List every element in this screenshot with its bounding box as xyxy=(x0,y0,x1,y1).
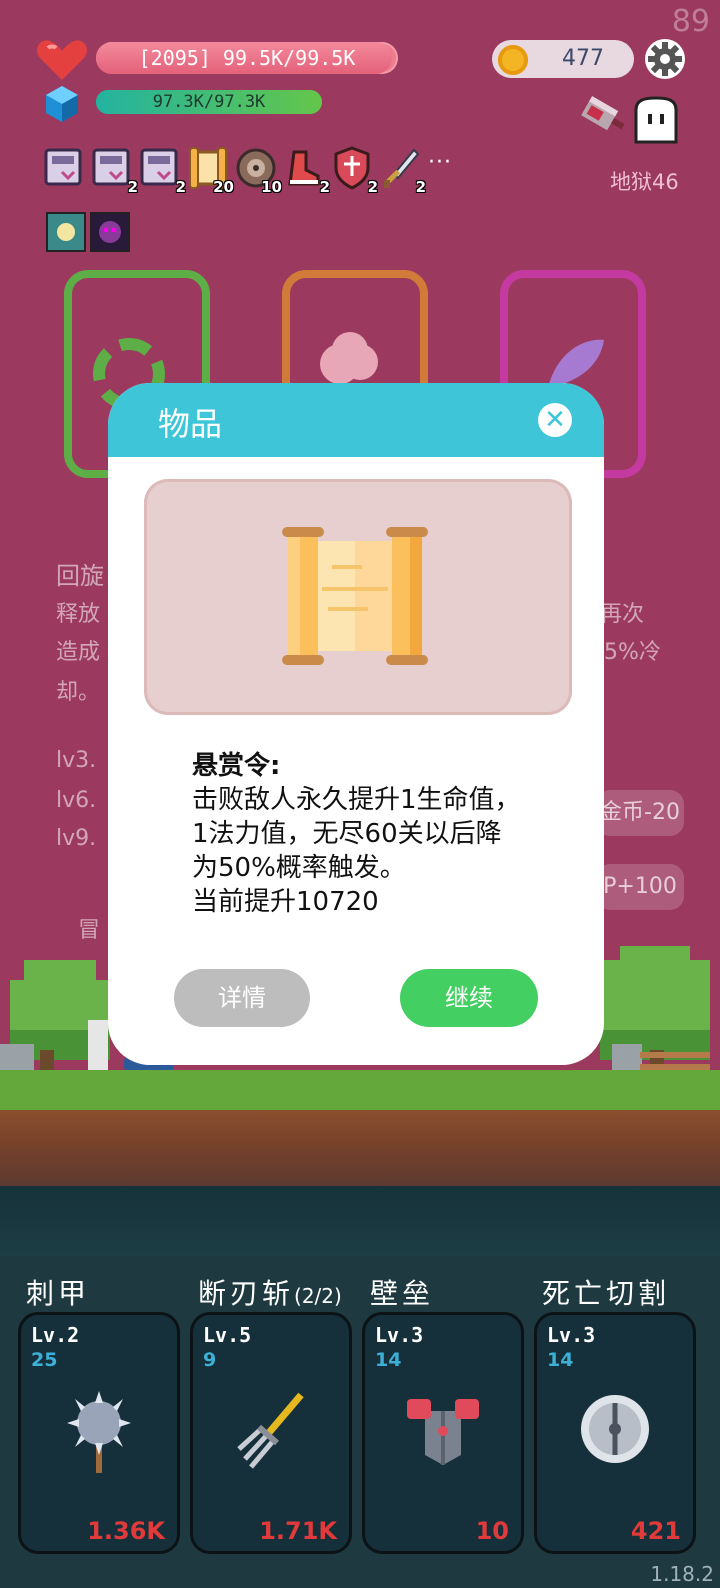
item-dialog: 物品 ✕ 悬赏令: 击败敌人永久提升1生命值，1法力值，无尽60关以后降为50%… xyxy=(108,383,604,1065)
version-label: 1.18.2 xyxy=(650,1562,714,1586)
pitchfork-icon xyxy=(237,1392,304,1469)
skill-level: Lv.5 xyxy=(203,1323,252,1347)
skill-name: 刺甲 xyxy=(26,1277,91,1310)
more-items-icon[interactable]: ··· xyxy=(428,150,452,175)
skill-level: Lv.2 xyxy=(31,1323,80,1347)
skill-card-broken-blade[interactable]: Lv.5 9 1.71K xyxy=(190,1312,352,1554)
skill-cost: 1.71K xyxy=(259,1517,337,1545)
skill-number: 9 xyxy=(203,1349,217,1371)
bg-cost-pill[interactable]: 金币-20 xyxy=(596,790,684,836)
cleaver-icon[interactable] xyxy=(572,94,624,142)
card-icon[interactable] xyxy=(44,146,84,192)
hp-text: [2095] 99.5K/99.5K xyxy=(138,46,356,70)
bg-skill-title: 回旋 xyxy=(56,562,104,590)
skill-number: 25 xyxy=(31,1349,58,1371)
bg-exp-pill[interactable]: P+100 xyxy=(596,864,684,910)
coin-icon xyxy=(498,45,528,75)
fps-counter: 89 xyxy=(671,4,710,39)
bg-level-line: lv3. xyxy=(56,748,97,773)
card-icon[interactable]: 2 xyxy=(92,146,138,196)
dirt-ground xyxy=(0,1110,720,1186)
item-current-bonus: 当前提升10720 xyxy=(192,887,379,917)
ghost-icon[interactable] xyxy=(632,96,680,146)
bg-level-line: lv6. xyxy=(56,788,97,813)
skill-name: 断刃斩(2/2) xyxy=(198,1277,342,1310)
stage-label: 地狱46 xyxy=(610,170,679,194)
card-icon[interactable]: 2 xyxy=(140,146,186,196)
skill-cost: 10 xyxy=(475,1517,509,1545)
bg-line: 再次 xyxy=(600,602,645,627)
close-icon[interactable]: ✕ xyxy=(538,403,572,437)
skill-card-thorn-armor[interactable]: Lv.2 25 1.36K xyxy=(18,1312,180,1554)
skill-cost: 421 xyxy=(630,1517,681,1545)
gear-icon[interactable] xyxy=(644,38,686,80)
skill-number: 14 xyxy=(375,1349,402,1371)
bg-line: 释放 xyxy=(56,602,101,627)
bg-line: 造成 xyxy=(56,640,101,665)
shield-icon[interactable]: 2 xyxy=(332,146,378,196)
armor-icon xyxy=(407,1399,479,1465)
sawblade-icon xyxy=(581,1395,649,1463)
heart-icon xyxy=(37,40,87,80)
spiked-mace-icon xyxy=(67,1391,131,1473)
item-name: 悬赏令: xyxy=(192,751,281,781)
scroll-icon xyxy=(282,527,428,665)
skill-level: Lv.3 xyxy=(547,1323,596,1347)
continue-button[interactable]: 继续 xyxy=(400,969,538,1027)
buff-icon[interactable] xyxy=(46,212,86,252)
skill-cost: 1.36K xyxy=(87,1517,165,1545)
water-strip xyxy=(0,1186,720,1256)
sword-icon[interactable]: 2 xyxy=(380,146,426,196)
skill-level: Lv.3 xyxy=(375,1323,424,1347)
boot-icon[interactable]: 2 xyxy=(284,146,330,196)
mana-gem-icon xyxy=(46,86,78,122)
grass-ground xyxy=(0,1070,720,1114)
item-effect-text: 击败敌人永久提升1生命值，1法力值，无尽60关以后降为50%概率触发。 xyxy=(192,785,521,883)
skill-number: 14 xyxy=(547,1349,574,1371)
item-image-panel xyxy=(144,479,572,715)
bg-line: 5%冷 xyxy=(604,640,661,665)
skill-name: 壁垒 xyxy=(370,1277,435,1310)
skill-card-death-cut[interactable]: Lv.3 14 421 xyxy=(534,1312,696,1554)
dialog-title: 物品 xyxy=(158,405,223,443)
skill-card-bulwark[interactable]: Lv.3 14 10 xyxy=(362,1312,524,1554)
shield-disc-icon[interactable]: 10 xyxy=(236,146,282,196)
item-description: 悬赏令: 击败敌人永久提升1生命值，1法力值，无尽60关以后降为50%概率触发。… xyxy=(192,749,522,919)
demon-buff-icon[interactable] xyxy=(90,212,130,252)
mp-text: 97.3K/97.3K xyxy=(152,92,266,112)
detail-button[interactable]: 详情 xyxy=(174,969,310,1027)
skill-name: 死亡切割 xyxy=(542,1277,671,1310)
bg-line: 却。 xyxy=(56,680,101,705)
bg-level-line: lv9. xyxy=(56,826,97,851)
scroll-icon[interactable]: 20 xyxy=(188,146,234,196)
coin-count: 477 xyxy=(562,46,604,71)
